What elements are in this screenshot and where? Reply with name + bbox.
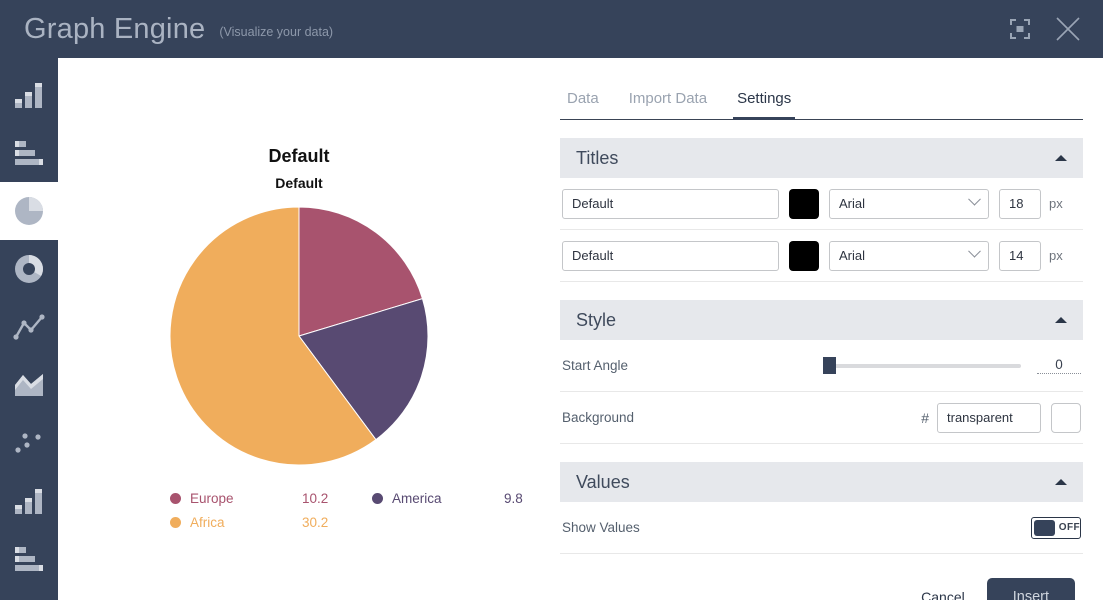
subtitle-font-size-input[interactable] bbox=[999, 240, 1041, 271]
app-title: Graph Engine bbox=[24, 12, 206, 45]
start-angle-slider[interactable] bbox=[823, 356, 1021, 374]
bar-chart-icon bbox=[15, 489, 42, 514]
title-row-secondary: Arial px bbox=[560, 230, 1083, 282]
window-controls bbox=[999, 8, 1103, 50]
subtitle-font-value: Arial bbox=[839, 248, 866, 263]
subtitle-font-size-unit: px bbox=[1049, 248, 1063, 263]
legend-item-europe[interactable]: Europe bbox=[170, 491, 302, 506]
subtitle-font-select[interactable]: Arial bbox=[829, 240, 989, 271]
title-row-primary: Arial px bbox=[560, 178, 1083, 230]
section-header-titles[interactable]: Titles bbox=[560, 138, 1083, 178]
chart-legend: Europe 10.2 America 9.8 Africa 30.2 bbox=[58, 491, 540, 530]
legend-label: America bbox=[392, 491, 442, 506]
settings-tabs: Data Import Data Settings bbox=[560, 86, 1083, 120]
legend-item-africa[interactable]: Africa bbox=[170, 515, 302, 530]
horizontal-bar-chart-icon bbox=[15, 547, 43, 571]
window-header: Graph Engine (Visualize your data) bbox=[0, 0, 1103, 58]
scatter-plot-icon bbox=[15, 433, 41, 453]
show-values-toggle[interactable]: OFF bbox=[1031, 516, 1081, 539]
chart-title: Default bbox=[268, 146, 330, 166]
chevron-up-icon bbox=[1055, 479, 1067, 485]
show-values-state: OFF bbox=[1058, 522, 1080, 533]
chart-preview-panel: Default Default Europe 10.2 America 9.8 Afri… bbox=[58, 58, 540, 600]
start-angle-row: Start Angle 0 bbox=[560, 340, 1083, 392]
sidebar-item-line-chart[interactable] bbox=[0, 298, 58, 356]
start-angle-value[interactable]: 0 bbox=[1037, 357, 1081, 374]
title-font-select[interactable]: Arial bbox=[829, 188, 989, 219]
hash-symbol: # bbox=[921, 409, 929, 426]
background-label: Background bbox=[562, 410, 635, 425]
section-header-style[interactable]: Style bbox=[560, 300, 1083, 340]
sidebar-item-scatter-plot[interactable] bbox=[0, 414, 58, 472]
legend-value-africa: 30.2 bbox=[302, 515, 329, 530]
close-button[interactable] bbox=[1047, 8, 1089, 50]
start-angle-control: 0 bbox=[823, 356, 1081, 374]
legend-color-dot bbox=[170, 517, 181, 528]
pie-chart-icon bbox=[15, 197, 43, 225]
sidebar-item-bar-chart-2[interactable] bbox=[0, 530, 58, 588]
start-angle-label: Start Angle bbox=[562, 358, 629, 373]
legend-label: Europe bbox=[190, 491, 234, 506]
background-color-swatch[interactable] bbox=[1051, 402, 1081, 433]
chart-subtitle: Default bbox=[275, 175, 323, 191]
background-row: Background # bbox=[560, 392, 1083, 444]
background-color-input[interactable] bbox=[937, 402, 1041, 433]
fullscreen-button[interactable] bbox=[999, 8, 1041, 50]
title-text-input[interactable] bbox=[562, 188, 779, 219]
title-font-value: Arial bbox=[839, 196, 866, 211]
legend-color-dot bbox=[170, 493, 181, 504]
sidebar-item-column-chart-2[interactable] bbox=[0, 472, 58, 530]
sidebar-item-column-chart[interactable] bbox=[0, 66, 58, 124]
sidebar-item-bar-chart[interactable] bbox=[0, 124, 58, 182]
legend-color-dot bbox=[372, 493, 383, 504]
show-values-row: Show Values OFF bbox=[560, 502, 1083, 554]
legend-label: Africa bbox=[190, 515, 225, 530]
area-chart-icon bbox=[15, 374, 43, 396]
donut-chart-icon bbox=[15, 255, 43, 283]
tab-data[interactable]: Data bbox=[563, 86, 603, 120]
insert-button[interactable]: Insert bbox=[986, 578, 1075, 600]
section-title-titles: Titles bbox=[576, 147, 619, 168]
subtitle-color-swatch[interactable] bbox=[789, 240, 819, 271]
bar-chart-icon bbox=[15, 83, 42, 108]
settings-panel: Data Import Data Settings Titles Arial p… bbox=[540, 58, 1103, 600]
section-title-style: Style bbox=[576, 309, 617, 330]
close-icon bbox=[1056, 17, 1080, 41]
cancel-button[interactable]: Cancel bbox=[921, 589, 965, 600]
app-subtitle: (Visualize your data) bbox=[219, 24, 334, 39]
section-header-values[interactable]: Values bbox=[560, 462, 1083, 502]
legend-item-america[interactable]: America bbox=[372, 491, 504, 506]
pie-chart[interactable] bbox=[168, 205, 430, 467]
title-font-size-input[interactable] bbox=[999, 188, 1041, 219]
horizontal-bar-chart-icon bbox=[15, 141, 43, 165]
tab-settings[interactable]: Settings bbox=[733, 86, 796, 120]
legend-value-europe: 10.2 bbox=[302, 491, 329, 506]
sidebar-item-area-chart[interactable] bbox=[0, 356, 58, 414]
chevron-up-icon bbox=[1055, 155, 1067, 161]
chart-type-sidebar bbox=[0, 58, 58, 600]
start-angle-slider-handle[interactable] bbox=[823, 356, 836, 374]
chevron-down-icon bbox=[968, 244, 981, 258]
fullscreen-icon bbox=[1010, 19, 1030, 39]
section-title-values: Values bbox=[576, 471, 630, 492]
sidebar-item-pie-chart[interactable] bbox=[0, 182, 58, 240]
tab-import-data[interactable]: Import Data bbox=[625, 86, 711, 120]
show-values-label: Show Values bbox=[562, 520, 640, 535]
title-color-swatch[interactable] bbox=[789, 188, 819, 219]
toggle-knob bbox=[1034, 519, 1055, 536]
subtitle-text-input[interactable] bbox=[562, 240, 779, 271]
title-font-size-unit: px bbox=[1049, 196, 1063, 211]
chevron-down-icon bbox=[968, 192, 981, 206]
dialog-footer: Cancel Insert bbox=[560, 578, 1083, 600]
graph-engine-window: Graph Engine (Visualize your data) Defau… bbox=[0, 0, 1103, 600]
chevron-up-icon bbox=[1055, 317, 1067, 323]
pie-chart-container bbox=[58, 205, 540, 467]
line-chart-icon bbox=[13, 314, 45, 340]
sidebar-item-donut-chart[interactable] bbox=[0, 240, 58, 298]
